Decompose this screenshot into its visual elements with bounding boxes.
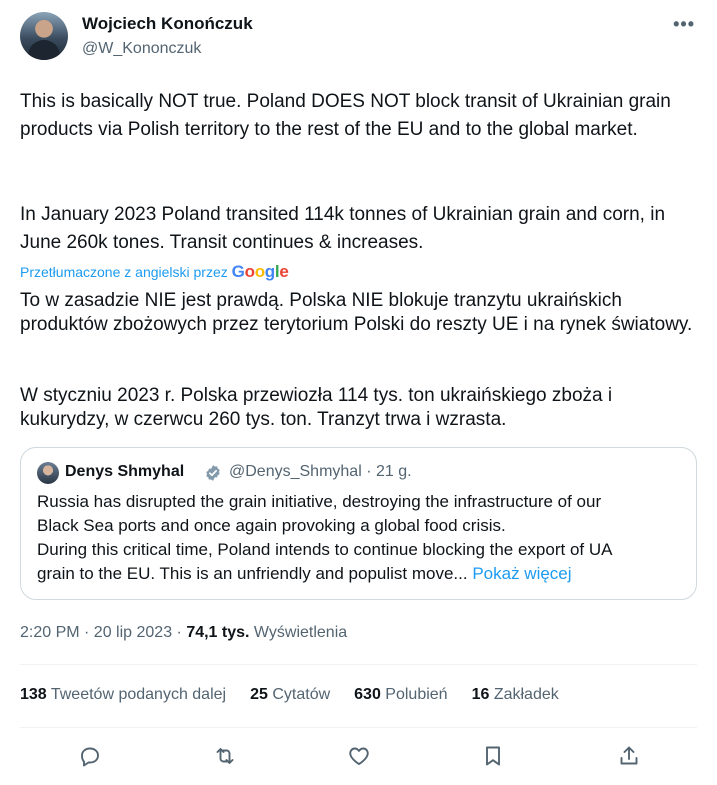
quote-text-line: During this critical time, Poland intend… <box>37 540 613 559</box>
tweet-paragraph-1: This is basically NOT true. Poland DOES … <box>20 91 671 140</box>
verified-badge-icon <box>206 465 220 481</box>
bookmarks-stat[interactable]: 16 Zakładek <box>472 686 559 704</box>
divider <box>20 727 697 728</box>
quote-handle-time: @Denys_Shmyhal · 21 g. <box>229 463 412 480</box>
bookmark-button[interactable] <box>481 744 507 770</box>
quote-author-name: Denys Shmyhal <box>65 463 185 480</box>
quote-avatar <box>37 462 59 484</box>
quote-text: Russia has disrupted the grain initiativ… <box>37 490 687 586</box>
quote-text-line: grain to the EU. This is an unfriendly a… <box>37 564 572 583</box>
divider <box>20 664 697 665</box>
author-name[interactable]: Wojciech Konończuk <box>82 14 253 34</box>
quoted-tweet[interactable]: Denys Shmyhal @Denys_Shmyhal · 21 g. Rus… <box>20 447 697 600</box>
translation-paragraph-2: W styczniu 2023 r. Polska przewiozła 114… <box>20 385 613 430</box>
tweet-paragraph-2: In January 2023 Poland transited 114k to… <box>20 204 666 253</box>
views-count: 74,1 tys. <box>186 624 250 641</box>
quotes-stat[interactable]: 25 Cytatów <box>250 686 330 704</box>
translation-label: Przetłumaczone z angielski przez <box>20 264 228 280</box>
heart-icon <box>349 747 369 765</box>
reply-icon <box>81 747 99 767</box>
likes-stat[interactable]: 630 Polubień <box>354 686 447 704</box>
tweet-meta: 2:20 PM · 20 lip 2023 · 74,1 tys. Wyświe… <box>20 624 347 642</box>
translation-credit[interactable]: Przetłumaczone z angielski przez Google <box>20 262 289 282</box>
retweets-stat[interactable]: 138 Tweetów podanych dalej <box>20 686 226 704</box>
more-options-icon[interactable]: ••• <box>673 14 695 35</box>
views-label: Wyświetlenia <box>253 624 348 641</box>
reply-button[interactable] <box>78 744 104 770</box>
author-avatar[interactable] <box>20 12 68 60</box>
retweet-button[interactable] <box>213 744 239 770</box>
like-button[interactable] <box>347 744 373 770</box>
bookmark-icon <box>486 746 500 766</box>
action-bar <box>20 740 697 774</box>
quote-text-line: Black Sea ports and once again provoking… <box>37 516 506 535</box>
share-button[interactable] <box>617 744 643 770</box>
google-logo: Google <box>231 262 289 281</box>
engagement-stats: 138 Tweetów podanych dalej 25 Cytatów 63… <box>20 686 559 704</box>
author-handle[interactable]: @W_Kononczuk <box>82 40 201 58</box>
quote-text-line: Russia has disrupted the grain initiativ… <box>37 492 602 511</box>
show-more-link[interactable]: Pokaż więcej <box>472 564 571 583</box>
share-icon <box>620 746 638 765</box>
translation-paragraph-1: To w zasadzie NIE jest prawdą. Polska NI… <box>20 290 693 335</box>
retweet-icon <box>216 748 234 764</box>
tweet-timestamp[interactable]: 2:20 PM · 20 lip 2023 · <box>20 624 186 641</box>
